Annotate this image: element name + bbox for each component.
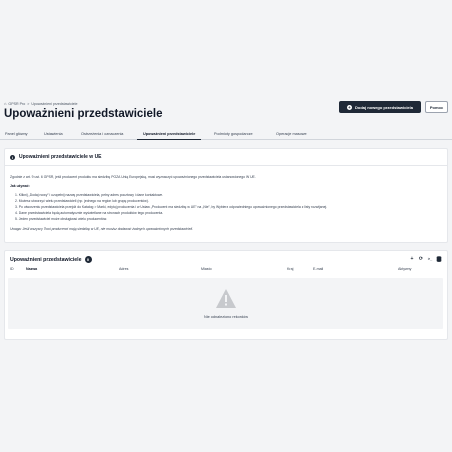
info-step: 4. Dane przedstawiciela będą automatyczn… [15,211,164,215]
list-title-text: Upoważnieni przedstawiciele [10,256,82,263]
add-representative-label: Dodaj nowego przedstawiciela [354,104,413,110]
count-badge: 0 [84,256,92,263]
page-title: Upoważnieni przedstawiciele [4,108,163,120]
breadcrumb: ⌂ GPSR Pro > Upoważnieni przedstawiciele [4,101,77,106]
info-panel-title: Upoważnieni przedstawiciele w UE [19,154,102,160]
info-note: Uwaga: Jeśli wszyscy Twoi producenci maj… [10,227,194,231]
table-header: ID Nazwa Adres Miasto Kraj E-mail Aktywn… [5,267,443,275]
sql-icon[interactable]: >_ [427,256,433,262]
plus-icon[interactable]: + [409,256,415,262]
breadcrumb-current: Upoważnieni przedstawiciele [31,101,78,106]
plus-circle-icon: + [346,104,352,110]
info-icon: i [10,154,15,160]
tab-authorized-representatives[interactable]: Upoważnieni przedstawiciele [137,128,202,140]
list-actions: + ⟳ >_ [409,256,442,262]
list-title: Upoważnieni przedstawiciele 0 [10,256,92,263]
column-email[interactable]: E-mail [313,267,323,271]
info-step: 2. Możesz utworzyć wielu przedstawicieli… [15,199,149,203]
database-icon[interactable] [436,256,442,262]
tab-settings[interactable]: Ustawienia [44,128,63,140]
info-panel-header: i Upoważnieni przedstawiciele w UE [5,149,447,166]
tab-bar: Panel główny Ustawienia Ostrzeżenia i oz… [0,128,452,140]
column-address[interactable]: Adres [119,267,128,271]
column-id[interactable]: ID [10,267,14,271]
add-representative-button[interactable]: + Dodaj nowego przedstawiciela [339,101,421,113]
tab-bulk-operations[interactable]: Operacje masowe [276,128,307,140]
empty-state-text: Nie odnaleziono rekordów [204,315,248,319]
info-step: 3. Po utworzeniu przedstawiciela przejdź… [15,205,328,209]
info-how-title: Jak używać: [10,184,30,188]
refresh-icon[interactable]: ⟳ [418,256,424,262]
page: ⌂ GPSR Pro > Upoważnieni przedstawiciele… [0,0,452,452]
info-step: 1. Kliknij „Dodaj nowy” i uzupełnij nazw… [15,193,164,197]
info-step: 5. Jeden przedstawiciel może obsługiwać … [15,217,107,221]
warning-icon [216,289,236,308]
breadcrumb-home[interactable]: GPSR Pro [8,102,25,106]
column-city[interactable]: Miasto [201,267,212,271]
tab-dashboard[interactable]: Panel główny [5,128,28,140]
breadcrumb-separator: > [27,101,30,106]
help-button[interactable]: Pomoc [425,101,448,113]
tab-economic-operators[interactable]: Podmioty gospodarcze [214,128,253,140]
info-panel: i Upoważnieni przedstawiciele w UE Zgodn… [4,148,448,243]
column-name[interactable]: Nazwa [26,267,37,271]
column-active[interactable]: Aktywny [398,267,411,271]
database-icon-svg [436,256,442,262]
tab-warnings[interactable]: Ostrzeżenia i oznaczenia [81,128,123,140]
column-country[interactable]: Kraj [287,267,293,271]
home-icon[interactable]: ⌂ [4,101,6,106]
info-intro: Zgodnie z art. 9 ust. 6 GPSR, jeśli prod… [10,175,256,179]
